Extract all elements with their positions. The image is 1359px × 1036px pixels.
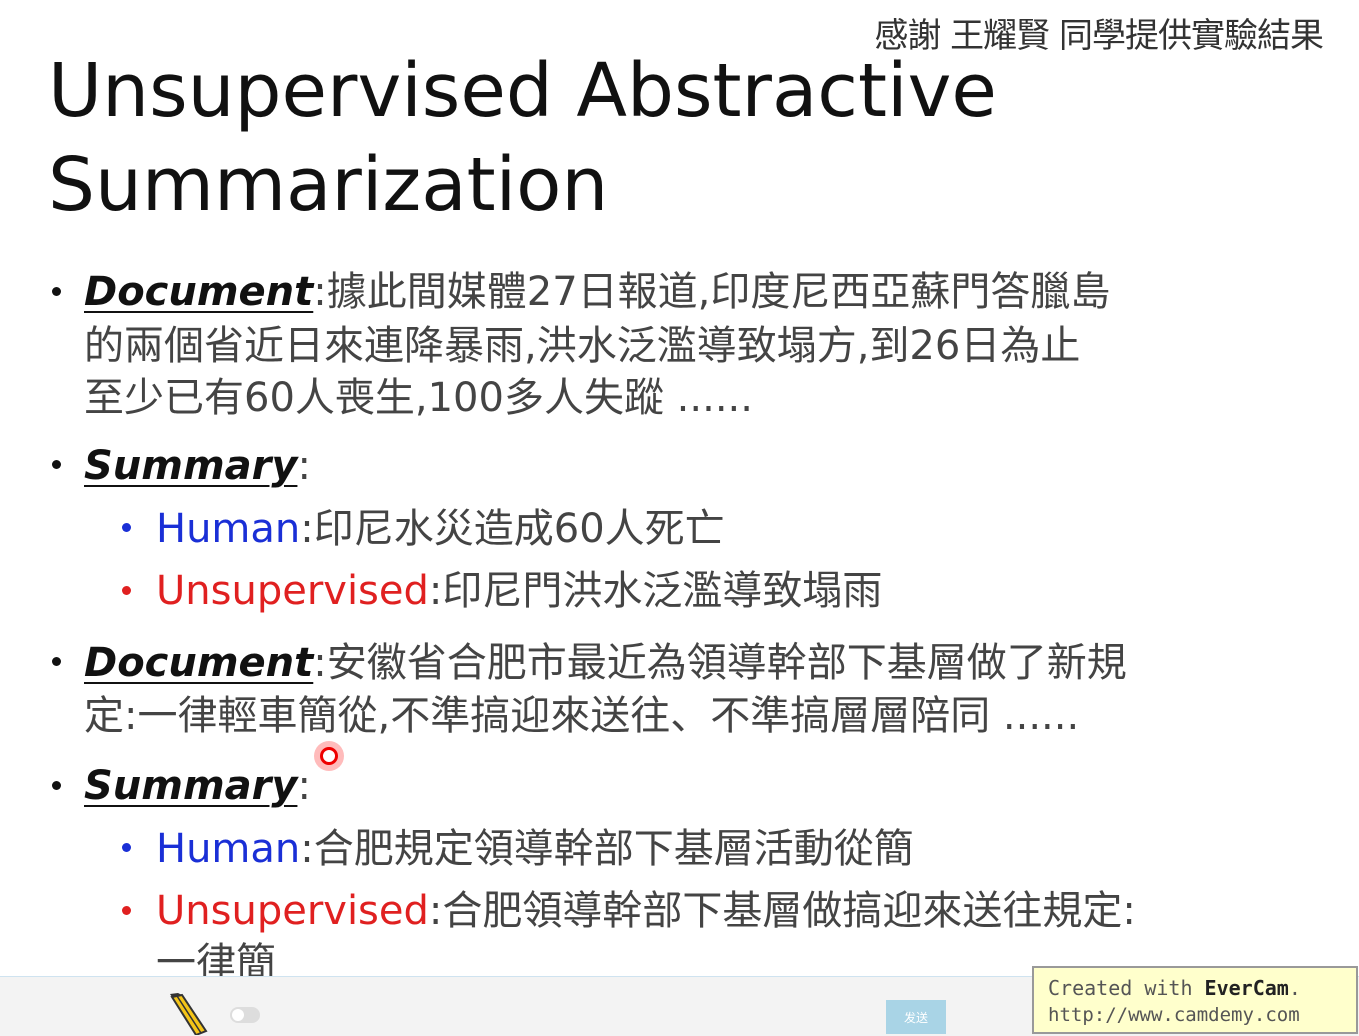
document-line-1: Document:據此間媒體27日報道,印度尼西亞蘇門答臘島 — [84, 269, 1111, 315]
sub-bullet-unsupervised — [122, 906, 131, 915]
bullet — [52, 657, 61, 666]
document-label: Document — [84, 269, 314, 315]
document-text: 安徽省合肥市最近為領導幹部下基層做了新規 — [326, 640, 1127, 686]
document-line-3: 至少已有60人喪生,100多人失蹤 ...... — [84, 375, 753, 421]
unsupervised-summary: Unsupervised:印尼門洪水泛濫導致塌雨 — [156, 565, 882, 617]
unsupervised-summary: Unsupervised:合肥領導幹部下基層做搞迎來送往規定: — [156, 885, 1136, 937]
summary-label: Summary — [84, 443, 298, 489]
summary-label: Summary — [84, 763, 298, 809]
sub-bullet-human — [122, 523, 131, 532]
watermark-url: http://www.camdemy.com — [1048, 1004, 1300, 1026]
watermark-line-1: Created with EverCam. — [1048, 976, 1301, 1000]
document-line-2: 定:一律輕車簡從,不準搞迎來送往、不準搞層層陪同 ...... — [84, 693, 1080, 739]
human-summary: Human:印尼水災造成60人死亡 — [156, 503, 725, 555]
unsupervised-label: Unsupervised — [156, 568, 429, 614]
bullet — [52, 781, 61, 790]
human-label: Human — [156, 826, 301, 872]
slide-content: Document:據此間媒體27日報道,印度尼西亞蘇門答臘島 的兩個省近日來連降… — [0, 0, 1359, 1035]
human-summary: Human:合肥規定領導幹部下基層活動從簡 — [156, 823, 914, 875]
unsupervised-text: :印尼門洪水泛濫導致塌雨 — [428, 568, 883, 614]
human-text: :印尼水災造成60人死亡 — [300, 506, 725, 552]
unsupervised-text: :合肥領導幹部下基層做搞迎來送往規定: — [428, 888, 1136, 934]
bullet — [52, 287, 61, 296]
toggle-switch[interactable] — [230, 1007, 260, 1023]
human-text: :合肥規定領導幹部下基層活動從簡 — [300, 826, 914, 872]
sub-bullet-human — [122, 843, 131, 852]
summary-heading: Summary: — [84, 763, 311, 809]
evercam-watermark[interactable]: Created with EverCam. http://www.camdemy… — [1032, 966, 1358, 1034]
summary-heading: Summary: — [84, 443, 311, 489]
evercam-brand: EverCam — [1204, 976, 1289, 1000]
pointer-highlight-icon — [314, 741, 344, 771]
sub-bullet-unsupervised — [122, 586, 131, 595]
unsupervised-label: Unsupervised — [156, 888, 429, 934]
human-label: Human — [156, 506, 301, 552]
document-line-1: Document:安徽省合肥市最近為領導幹部下基層做了新規 — [84, 640, 1127, 686]
send-button[interactable]: 发送 — [886, 1000, 946, 1034]
document-label: Document — [84, 640, 314, 686]
document-text: 據此間媒體27日報道,印度尼西亞蘇門答臘島 — [326, 269, 1111, 315]
document-line-2: 的兩個省近日來連降暴雨,洪水泛濫導致塌方,到26日為止 — [84, 323, 1081, 369]
pencil-icon[interactable] — [166, 993, 214, 1035]
bullet — [52, 460, 61, 469]
